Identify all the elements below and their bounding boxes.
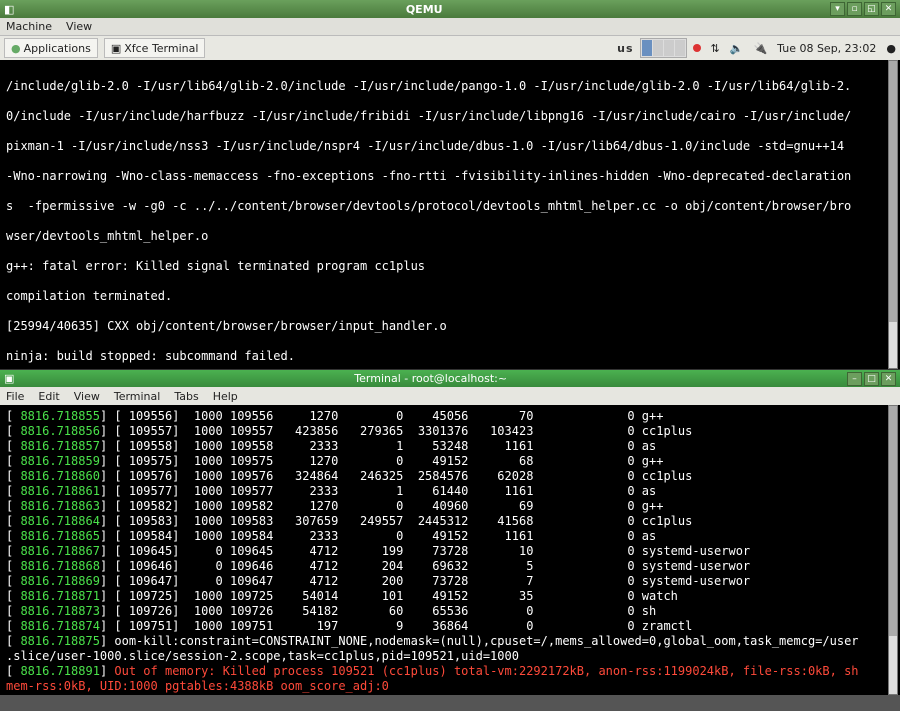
term-line: 0/include -I/usr/include/harfbuzz -I/usr… [6,109,894,124]
term-line: compilation terminated. [6,289,894,304]
app-icon: ◧ [4,3,14,16]
term-line: [25994/40635] CXX obj/content/browser/br… [6,319,894,334]
process-row: [ 8816.718865] [ 109584] 1000 109584 233… [6,529,894,544]
workspace-1[interactable] [642,40,652,56]
upper-terminal[interactable]: /include/glib-2.0 -I/usr/lib64/glib-2.0/… [0,60,900,370]
process-row: [ 8816.718867] [ 109645] 0 109645 4712 1… [6,544,894,559]
taskbar-window-xfce-terminal[interactable]: ▣ Xfce Terminal [104,38,206,58]
power-icon[interactable]: 🔌 [753,42,767,55]
process-row: [ 8816.718857] [ 109558] 1000 109558 233… [6,439,894,454]
network-icon[interactable]: ⇅ [711,42,720,55]
lower-terminal-scrollbar[interactable] [888,405,898,695]
process-row: [ 8816.718859] [ 109575] 1000 109575 127… [6,454,894,469]
notification-icon[interactable] [693,44,701,52]
out-of-memory-line-cont: mem-rss:0kB, UID:1000 pgtables:4388kB oo… [6,679,894,694]
lower-title: Terminal - root@localhost:~ [14,372,847,385]
process-row: [ 8816.718860] [ 109576] 1000 109576 324… [6,469,894,484]
scrollbar-thumb[interactable] [889,322,897,368]
process-row: [ 8816.718855] [ 109556] 1000 109556 127… [6,409,894,424]
lower-minimize-button[interactable]: – [847,372,862,386]
qemu-menubar: Machine View [0,18,900,36]
lower-maximize-button[interactable]: □ [864,372,879,386]
menu-tabs[interactable]: Tabs [174,390,198,403]
menu-terminal[interactable]: Terminal [114,390,161,403]
term-line: wser/devtools_mhtml_helper.o [6,229,894,244]
menu-view[interactable]: View [66,20,92,33]
clock[interactable]: Tue 08 Sep, 23:02 [777,42,876,55]
lower-titlebar: ▣ Terminal - root@localhost:~ – □ ✕ [0,370,900,387]
workspace-4[interactable] [675,40,685,56]
lower-menubar: File Edit View Terminal Tabs Help [0,387,900,405]
process-row: [ 8816.718868] [ 109646] 0 109646 4712 2… [6,559,894,574]
process-row: [ 8816.718874] [ 109751] 1000 109751 197… [6,619,894,634]
lower-close-button[interactable]: ✕ [881,372,896,386]
oom-kill-line: [ 8816.718875] oom-kill:constraint=CONST… [6,634,894,649]
menu-edit[interactable]: Edit [38,390,59,403]
process-row: [ 8816.718861] [ 109577] 1000 109577 233… [6,484,894,499]
workspace-2[interactable] [653,40,663,56]
apps-label: Applications [24,42,91,55]
process-row: [ 8816.718856] [ 109557] 1000 109557 423… [6,424,894,439]
qemu-title: QEMU [18,3,830,16]
menu-view2[interactable]: View [74,390,100,403]
menu-file[interactable]: File [6,390,24,403]
qemu-titlebar: ◧ QEMU ▾ ▫ ◱ ✕ [0,0,900,18]
upper-terminal-scrollbar[interactable] [888,60,898,369]
term-line: pixman-1 -I/usr/include/nss3 -I/usr/incl… [6,139,894,154]
apps-icon: ● [11,42,21,55]
terminal-icon: ▣ [111,42,121,55]
term-line: s -fpermissive -w -g0 -c ../../content/b… [6,199,894,214]
terminal-app-icon: ▣ [4,372,14,385]
close-button[interactable]: ✕ [881,2,896,16]
maximize-button[interactable]: ▫ [847,2,862,16]
out-of-memory-line: [ 8816.718891] Out of memory: Killed pro… [6,664,894,679]
process-row: [ 8816.718873] [ 109726] 1000 109726 541… [6,604,894,619]
menu-help[interactable]: Help [213,390,238,403]
process-row: [ 8816.718863] [ 109582] 1000 109582 127… [6,499,894,514]
volume-icon[interactable]: 🔈 [730,42,744,55]
user-menu-icon[interactable]: ● [886,42,896,55]
workspace-3[interactable] [664,40,674,56]
scrollbar-thumb[interactable] [889,636,897,694]
term-line: /include/glib-2.0 -I/usr/lib64/glib-2.0/… [6,79,894,94]
menu-machine[interactable]: Machine [6,20,52,33]
keyboard-layout-indicator[interactable]: us [617,42,633,55]
process-row: [ 8816.718869] [ 109647] 0 109647 4712 2… [6,574,894,589]
restore-button[interactable]: ◱ [864,2,879,16]
lower-terminal[interactable]: [ 8816.718855] [ 109556] 1000 109556 127… [0,405,900,695]
oom-kill-line-cont: .slice/user-1000.slice/session-2.scope,t… [6,649,894,664]
term-line: ninja: build stopped: subcommand failed. [6,349,894,364]
guest-taskbar: ● Applications ▣ Xfce Terminal us ⇅ 🔈 🔌 … [0,36,900,60]
term-line: -Wno-narrowing -Wno-class-memaccess -fno… [6,169,894,184]
applications-menu-button[interactable]: ● Applications [4,38,98,58]
minimize-button[interactable]: ▾ [830,2,845,16]
lower-terminal-window: ▣ Terminal - root@localhost:~ – □ ✕ File… [0,370,900,695]
oom-reaper-line: [ 8817.234626] oom_reaper: reaped proces… [6,694,894,695]
task-label: Xfce Terminal [124,42,198,55]
workspace-pager[interactable] [640,38,687,58]
process-row: [ 8816.718871] [ 109725] 1000 109725 540… [6,589,894,604]
term-line: g++: fatal error: Killed signal terminat… [6,259,894,274]
process-row: [ 8816.718864] [ 109583] 1000 109583 307… [6,514,894,529]
